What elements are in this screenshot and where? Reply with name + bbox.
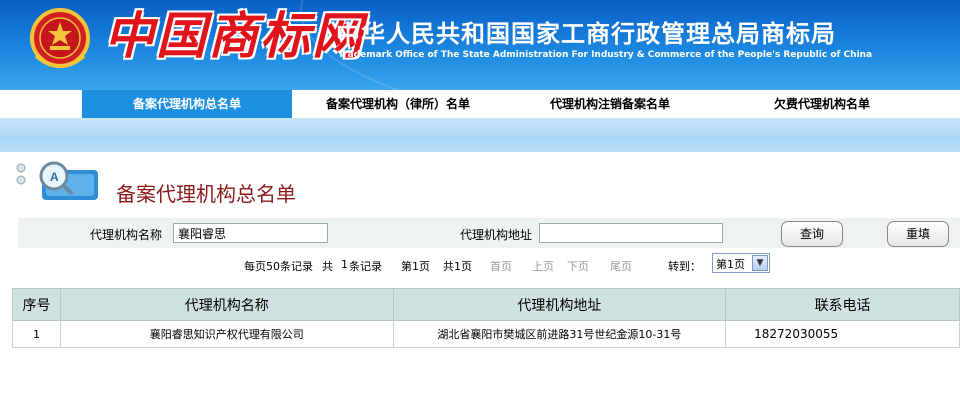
header-phone: 联系电话 — [725, 288, 960, 321]
nav-tab-arrears[interactable]: 欠费代理机构名单 — [716, 90, 928, 118]
prev-page-link[interactable]: 上页 — [532, 258, 554, 274]
row-no: 1 — [12, 320, 61, 348]
current-page: 第1页 — [401, 260, 430, 273]
total-count: 1 — [341, 258, 348, 271]
site-logo: 中国商标网 — [104, 6, 364, 65]
total-prefix: 共 — [322, 260, 333, 273]
reset-button[interactable]: 重填 — [887, 221, 949, 247]
table-row: 1 襄阳睿思知识产权代理有限公司 湖北省襄阳市樊城区前进路31号世纪金源10-3… — [12, 320, 960, 348]
next-page-link[interactable]: 下页 — [567, 258, 589, 274]
page-select-value: 第1页 — [716, 258, 745, 271]
results-table: 序号 代理机构名称 代理机构地址 联系电话 1 襄阳睿思知识产权代理有限公司 湖… — [12, 288, 960, 348]
page-header: A 备案代理机构总名单 — [14, 156, 960, 212]
office-title-cn: 中华人民共和国国家工商行政管理总局商标局 — [336, 20, 836, 48]
last-page-link[interactable]: 尾页 — [610, 258, 632, 274]
nav-decoration-strip — [0, 118, 960, 152]
main-nav: 备案代理机构总名单 备案代理机构（律所）名单 代理机构注销备案名单 欠费代理机构… — [0, 90, 960, 118]
nav-tab-cancelled[interactable]: 代理机构注销备案名单 — [504, 90, 716, 118]
agency-address-label: 代理机构地址 — [460, 228, 533, 242]
search-magnifier-icon: A — [16, 161, 98, 200]
chevron-down-icon[interactable]: ▼ — [752, 255, 768, 271]
search-form: 代理机构名称 代理机构地址 查询 重填 — [18, 218, 960, 248]
nav-tab-all-agencies[interactable]: 备案代理机构总名单 — [82, 90, 292, 118]
header-address: 代理机构地址 — [392, 288, 727, 321]
first-page-link[interactable]: 首页 — [490, 258, 512, 274]
office-title-en: Trademark Office of The State Administra… — [338, 50, 873, 60]
agency-name-input[interactable] — [173, 223, 328, 243]
total-suffix: 条记录 — [349, 260, 382, 273]
table-header-row: 序号 代理机构名称 代理机构地址 联系电话 — [12, 288, 960, 321]
query-button[interactable]: 查询 — [781, 221, 843, 247]
agency-address-input[interactable] — [539, 223, 723, 243]
total-pages: 共1页 — [443, 260, 472, 273]
national-emblem-icon — [30, 8, 90, 68]
row-address: 湖北省襄阳市樊城区前进路31号世纪金源10-31号 — [392, 320, 727, 348]
row-phone: 18272030055 — [725, 320, 960, 348]
header-no: 序号 — [12, 288, 61, 321]
header-name: 代理机构名称 — [59, 288, 394, 321]
svg-text:A: A — [50, 170, 59, 184]
page-select[interactable]: 第1页 ▼ — [712, 253, 770, 273]
nav-tab-law-firms[interactable]: 备案代理机构（律所）名单 — [292, 90, 504, 118]
header-banner: 中国商标网 中华人民共和国国家工商行政管理总局商标局 Trademark Off… — [0, 0, 960, 90]
agency-name-label: 代理机构名称 — [90, 228, 163, 242]
row-name: 襄阳睿思知识产权代理有限公司 — [59, 320, 394, 348]
goto-label: 转到： — [668, 260, 701, 273]
per-page-text: 每页50条记录 — [244, 260, 313, 273]
page-title: 备案代理机构总名单 — [116, 182, 296, 206]
